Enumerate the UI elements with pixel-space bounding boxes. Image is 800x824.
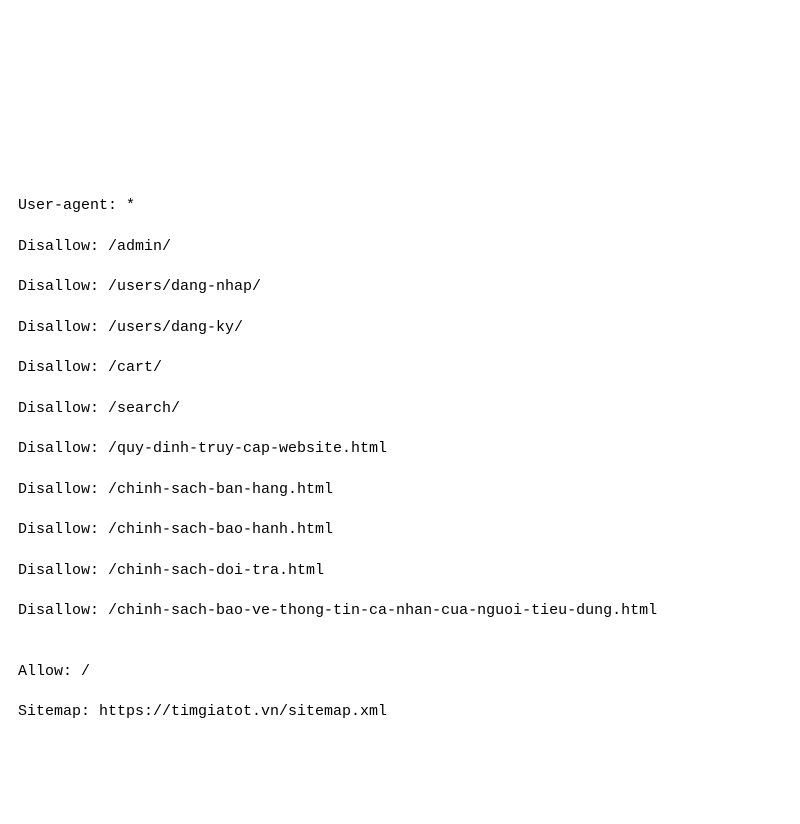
sitemap-line: Sitemap: https://timgiatot.vn/sitemap.xm… bbox=[18, 702, 800, 722]
disallow-line: Disallow: /search/ bbox=[18, 399, 800, 419]
disallow-line: Disallow: /admin/ bbox=[18, 237, 800, 257]
disallow-line: Disallow: /chinh-sach-bao-ve-thong-tin-c… bbox=[18, 601, 800, 621]
allow-line: Allow: / bbox=[18, 662, 800, 682]
disallow-line: Disallow: /users/dang-ky/ bbox=[18, 318, 800, 338]
disallow-line: Disallow: /chinh-sach-doi-tra.html bbox=[18, 561, 800, 581]
disallow-line: Disallow: /cart/ bbox=[18, 358, 800, 378]
user-agent-line: User-agent: * bbox=[18, 196, 800, 216]
disallow-line: Disallow: /users/dang-nhap/ bbox=[18, 277, 800, 297]
disallow-line: Disallow: /quy-dinh-truy-cap-website.htm… bbox=[18, 439, 800, 459]
disallow-line: Disallow: /chinh-sach-ban-hang.html bbox=[18, 480, 800, 500]
disallow-line: Disallow: /chinh-sach-bao-hanh.html bbox=[18, 520, 800, 540]
